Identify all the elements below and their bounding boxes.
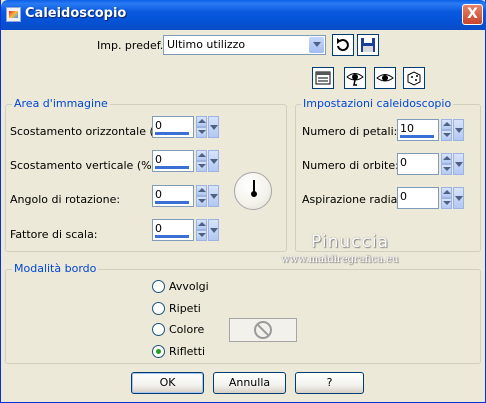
- rotation-dial[interactable]: [234, 172, 272, 210]
- chevron-down-icon[interactable]: [208, 116, 219, 138]
- orbits-input[interactable]: 0: [397, 153, 464, 177]
- proof-button[interactable]: [344, 67, 366, 89]
- chevron-down-icon[interactable]: [453, 153, 464, 175]
- value-slider-bar[interactable]: [155, 132, 189, 135]
- reset-button[interactable]: [332, 34, 354, 56]
- rotation-angle-input[interactable]: 0: [152, 185, 219, 209]
- app-icon: [6, 7, 21, 22]
- spin-down-icon[interactable]: [441, 164, 452, 175]
- spinner[interactable]: [196, 185, 207, 207]
- radio-circle[interactable]: [152, 323, 165, 336]
- chevron-down-icon[interactable]: [453, 119, 464, 141]
- preset-dropdown[interactable]: Ultimo utilizzo: [163, 35, 326, 55]
- window-title: Caleidoscopio: [25, 6, 127, 21]
- close-button[interactable]: X: [462, 4, 483, 25]
- chevron-down-icon[interactable]: [208, 185, 219, 207]
- save-preset-button[interactable]: [357, 34, 379, 56]
- spin-up-icon[interactable]: [441, 119, 452, 130]
- spin-down-icon[interactable]: [196, 196, 207, 207]
- orbits-label: Numero di orbite:: [302, 159, 399, 172]
- chevron-down-icon[interactable]: [453, 187, 464, 209]
- properties-button[interactable]: [312, 67, 334, 89]
- spin-down-icon[interactable]: [441, 198, 452, 209]
- radio-label: Ripeti: [169, 302, 201, 315]
- randomize-icon: [407, 71, 421, 86]
- watermark-name: Pinuccia: [311, 232, 389, 252]
- value-slider-bar[interactable]: [155, 166, 189, 169]
- spinner[interactable]: [441, 119, 452, 141]
- save-icon: [361, 38, 375, 52]
- spin-down-icon[interactable]: [196, 127, 207, 138]
- properties-icon: [315, 71, 331, 85]
- title-bar[interactable]: Caleidoscopio X: [1, 0, 486, 30]
- spin-up-icon[interactable]: [196, 116, 207, 127]
- cancel-button[interactable]: Annulla: [213, 372, 286, 394]
- radio-label: Colore: [169, 323, 205, 336]
- spin-up-icon[interactable]: [441, 187, 452, 198]
- radial-suction-label: Aspirazione radiale:: [302, 193, 411, 206]
- radial-suction-value: 0: [400, 190, 407, 203]
- vertical-offset-label: Scostamento verticale (%):: [10, 159, 160, 172]
- value-slider-bar[interactable]: [400, 135, 434, 138]
- rotation-angle-label: Angolo di rotazione:: [10, 193, 121, 206]
- modalita-bordo-title: Modalità bordo: [12, 262, 99, 275]
- chevron-down-icon[interactable]: [208, 219, 219, 241]
- prohibited-icon: [254, 321, 272, 339]
- spin-up-icon[interactable]: [441, 153, 452, 164]
- spinner[interactable]: [441, 153, 452, 175]
- chevron-down-icon: [309, 37, 324, 53]
- border-color-swatch[interactable]: [229, 318, 297, 342]
- horizontal-offset-label: Scostamento orizzontale (%):: [10, 125, 173, 138]
- spinner[interactable]: [196, 150, 207, 172]
- petals-value: 10: [400, 122, 414, 135]
- modalita-bordo-group: [5, 269, 481, 364]
- ok-button[interactable]: OK: [131, 372, 204, 394]
- scale-factor-value: 0: [155, 222, 162, 235]
- radio-circle[interactable]: [152, 345, 165, 358]
- scale-factor-input[interactable]: 0: [152, 219, 219, 243]
- preset-value: Ultimo utilizzo: [167, 38, 246, 51]
- vertical-offset-value: 0: [155, 153, 162, 166]
- orbits-value: 0: [400, 156, 407, 169]
- radial-suction-input[interactable]: 0: [397, 187, 464, 211]
- rotation-angle-value: 0: [155, 188, 162, 201]
- spin-down-icon[interactable]: [196, 161, 207, 172]
- petals-label: Numero di petali:: [302, 125, 398, 138]
- randomize-button[interactable]: [403, 67, 425, 89]
- spinner[interactable]: [196, 116, 207, 138]
- area-immagine-title: Area d'immagine: [12, 97, 110, 110]
- reset-icon: [337, 38, 349, 52]
- spinner[interactable]: [441, 187, 452, 209]
- preview-button[interactable]: [374, 67, 396, 89]
- radio-label: Rifletti: [169, 345, 206, 358]
- preview-icon: [376, 74, 394, 82]
- watermark-url: www.maidiregrafica.eu: [281, 254, 399, 265]
- value-slider-bar[interactable]: [155, 235, 189, 238]
- dialog-window: Caleidoscopio X Imp. predef.: Ultimo uti…: [0, 0, 486, 403]
- radio-circle[interactable]: [152, 280, 165, 293]
- spin-up-icon[interactable]: [196, 185, 207, 196]
- scale-factor-label: Fattore di scala:: [10, 228, 98, 241]
- spin-up-icon[interactable]: [196, 219, 207, 230]
- impostazioni-title: Impostazioni caleidoscopio: [301, 97, 454, 110]
- proof-icon: [346, 73, 364, 86]
- spin-up-icon[interactable]: [196, 150, 207, 161]
- chevron-down-icon[interactable]: [208, 150, 219, 172]
- spin-down-icon[interactable]: [441, 130, 452, 141]
- petals-input[interactable]: 10: [397, 119, 464, 143]
- radio-label: Avvolgi: [169, 280, 209, 293]
- spinner[interactable]: [196, 219, 207, 241]
- horizontal-offset-input[interactable]: 0: [152, 116, 219, 140]
- value-slider-bar[interactable]: [155, 201, 189, 204]
- help-button[interactable]: ?: [295, 372, 364, 394]
- radio-circle[interactable]: [152, 302, 165, 315]
- dial-center: [251, 191, 257, 197]
- vertical-offset-input[interactable]: 0: [152, 150, 219, 174]
- spin-down-icon[interactable]: [196, 230, 207, 241]
- preset-label: Imp. predef.:: [97, 39, 167, 52]
- horizontal-offset-value: 0: [155, 119, 162, 132]
